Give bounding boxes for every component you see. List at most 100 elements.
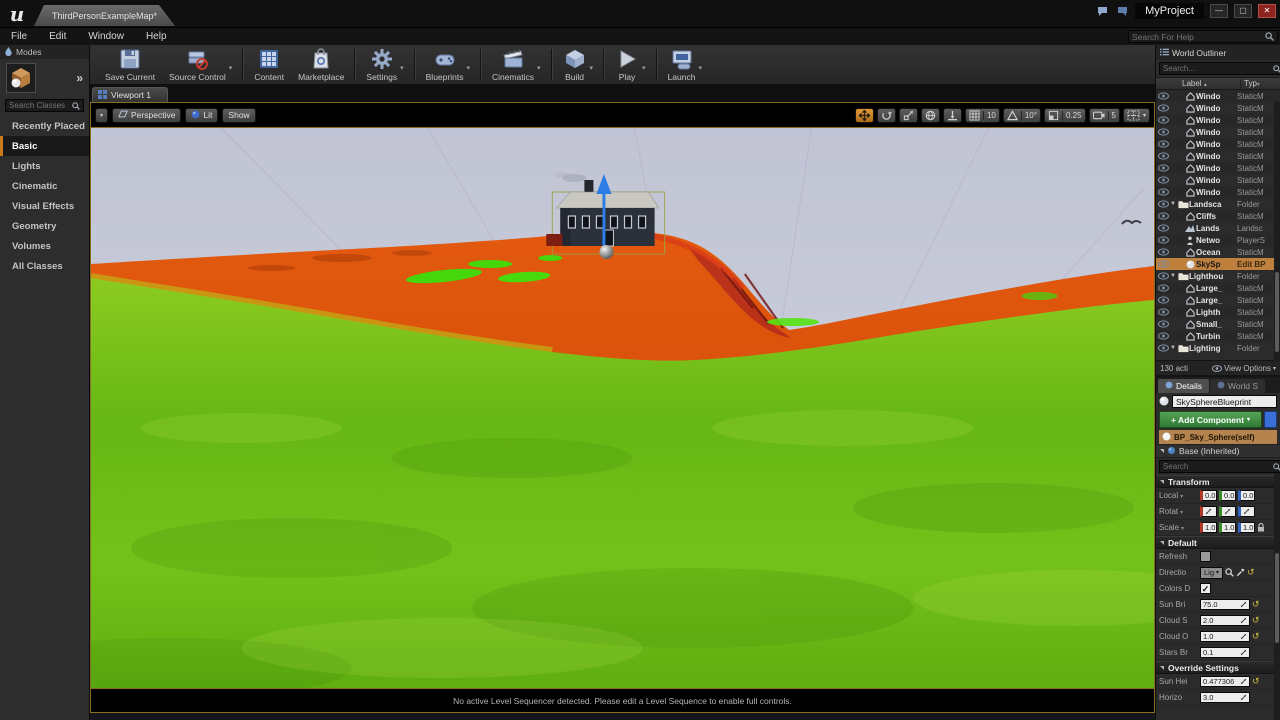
number-field[interactable]: 75.0	[1200, 599, 1250, 610]
tab-details[interactable]: Details	[1158, 379, 1209, 393]
dropdown-arrow-icon[interactable]: ▾	[400, 64, 404, 72]
rotation-field[interactable]	[1219, 506, 1236, 517]
number-field[interactable]: 2.0	[1200, 615, 1250, 626]
modes-category-recently-placed[interactable]: Recently Placed	[0, 116, 89, 136]
menu-file[interactable]: File	[0, 31, 38, 42]
reset-to-default-button[interactable]: ↺	[1252, 677, 1260, 686]
visibility-eye-icon[interactable]	[1156, 332, 1170, 340]
vector-field[interactable]: 1.0	[1219, 522, 1236, 533]
section-header-override-settings[interactable]: Override Settings	[1156, 661, 1280, 674]
community-bubble-icon[interactable]	[1116, 6, 1129, 17]
section-header-transform[interactable]: Transform	[1156, 475, 1280, 488]
scale-tool-button[interactable]	[899, 108, 918, 123]
menu-help[interactable]: Help	[135, 31, 178, 42]
details-scrollbar-thumb[interactable]	[1275, 553, 1279, 643]
visibility-eye-icon[interactable]	[1156, 284, 1170, 292]
outliner-scrollbar-thumb[interactable]	[1275, 272, 1279, 352]
reset-to-default-button[interactable]: ↺	[1252, 632, 1260, 641]
cinematics-button[interactable]: Cinematics▾	[485, 45, 548, 84]
expander-icon[interactable]: ▼	[1170, 201, 1177, 207]
outliner-row[interactable]: WindoStaticM	[1156, 138, 1280, 150]
launch-button[interactable]: Launch▾	[661, 45, 709, 84]
vector-field[interactable]: 0.0	[1238, 490, 1255, 501]
play-button[interactable]: Play▾	[608, 45, 653, 84]
expander-icon[interactable]: ▼	[1170, 273, 1177, 279]
build-button[interactable]: Build▾	[556, 45, 601, 84]
outliner-row[interactable]: Small_StaticM	[1156, 318, 1280, 330]
actor-name-input[interactable]	[1172, 395, 1277, 408]
add-component-button[interactable]: + Add Component ▾	[1159, 411, 1262, 428]
browse-asset-icon[interactable]	[1225, 568, 1234, 577]
outliner-row[interactable]: WindoStaticM	[1156, 186, 1280, 198]
outliner-row[interactable]: ▼LightingFolder	[1156, 342, 1280, 354]
visibility-eye-icon[interactable]	[1156, 224, 1170, 232]
rotation-field[interactable]	[1200, 506, 1217, 517]
outliner-scrollbar[interactable]	[1274, 102, 1280, 362]
outliner-row[interactable]: WindoStaticM	[1156, 174, 1280, 186]
column-type[interactable]: Typ▾	[1240, 79, 1280, 88]
modes-category-basic[interactable]: Basic	[0, 136, 89, 156]
dropdown-arrow-icon[interactable]: ▾	[590, 64, 594, 72]
modes-category-lights[interactable]: Lights	[0, 156, 89, 176]
visibility-eye-icon[interactable]	[1156, 176, 1170, 184]
outliner-row[interactable]: CliffsStaticM	[1156, 210, 1280, 222]
help-search-input[interactable]	[1132, 32, 1265, 42]
perspective-button[interactable]: Perspective	[112, 108, 181, 123]
dropdown-arrow-icon[interactable]: ▾	[1180, 494, 1183, 500]
checkbox[interactable]	[1200, 551, 1211, 562]
section-header-default[interactable]: Default	[1156, 536, 1280, 549]
scene-3d[interactable]	[91, 128, 1154, 688]
visibility-eye-icon[interactable]	[1156, 164, 1170, 172]
save-current-button[interactable]: Save Current	[98, 45, 162, 84]
view-options-button[interactable]: View Options ▾	[1212, 364, 1276, 373]
level-tab[interactable]: ThirdPersonExampleMap*	[34, 5, 175, 26]
feedback-bubble-icon[interactable]	[1097, 6, 1110, 17]
visibility-eye-icon[interactable]	[1156, 188, 1170, 196]
outliner-row[interactable]: Large_StaticM	[1156, 282, 1280, 294]
scale-lock-icon[interactable]	[1257, 523, 1265, 532]
outliner-row[interactable]: WindoStaticM	[1156, 150, 1280, 162]
modes-search-input[interactable]	[9, 101, 72, 110]
show-menu-button[interactable]: Show	[222, 108, 255, 123]
visibility-eye-icon[interactable]	[1156, 272, 1170, 280]
menu-edit[interactable]: Edit	[38, 31, 77, 42]
vector-field[interactable]: 1.0	[1238, 522, 1255, 533]
outliner-row[interactable]: Large_StaticM	[1156, 294, 1280, 306]
modes-category-cinematic[interactable]: Cinematic	[0, 176, 89, 196]
outliner-row[interactable]: LighthStaticM	[1156, 306, 1280, 318]
visibility-eye-icon[interactable]	[1156, 296, 1170, 304]
gizmo-origin-sphere[interactable]	[599, 245, 613, 259]
dropdown-arrow-icon[interactable]: ▾	[537, 64, 541, 72]
blueprints-button[interactable]: Blueprints▾	[419, 45, 477, 84]
viewport-options-button[interactable]: ▾	[95, 108, 108, 123]
dropdown-arrow-icon[interactable]: ▾	[229, 64, 233, 72]
outliner-search-box[interactable]	[1159, 62, 1280, 75]
number-field[interactable]: 0.477306	[1200, 676, 1250, 687]
column-label[interactable]: Label ▴	[1156, 79, 1240, 88]
reset-to-default-button[interactable]: ↺	[1252, 616, 1260, 625]
checkbox[interactable]: ✓	[1200, 583, 1211, 594]
expander-icon[interactable]: ▼	[1170, 345, 1177, 351]
actor-type[interactable]: Edit BP	[1237, 260, 1273, 269]
marketplace-button[interactable]: Marketplace	[291, 45, 351, 84]
tab-world-s[interactable]: World S	[1210, 379, 1265, 393]
close-button[interactable]: ✕	[1258, 4, 1276, 18]
visibility-eye-icon[interactable]	[1156, 152, 1170, 160]
rotate-tool-button[interactable]	[877, 108, 896, 123]
grid-snap-button[interactable]: 10	[965, 108, 1000, 123]
visibility-eye-icon[interactable]	[1156, 92, 1170, 100]
dropdown-arrow-icon[interactable]: ▾	[698, 64, 702, 72]
details-search-input[interactable]	[1163, 462, 1273, 471]
visibility-eye-icon[interactable]	[1156, 200, 1170, 208]
viewport-tab[interactable]: Viewport 1	[92, 87, 168, 102]
outliner-row[interactable]: TurbinStaticM	[1156, 330, 1280, 342]
outliner-row[interactable]: WindoStaticM	[1156, 162, 1280, 174]
number-field[interactable]: 3.0	[1200, 692, 1250, 703]
edit-blueprint-button[interactable]	[1264, 411, 1277, 428]
surface-snap-button[interactable]	[943, 108, 962, 123]
lit-mode-button[interactable]: Lit	[185, 108, 218, 123]
visibility-eye-icon[interactable]	[1156, 236, 1170, 244]
visibility-eye-icon[interactable]	[1156, 308, 1170, 316]
outliner-row[interactable]: WindoStaticM	[1156, 90, 1280, 102]
details-scrollbar[interactable]	[1274, 473, 1280, 720]
